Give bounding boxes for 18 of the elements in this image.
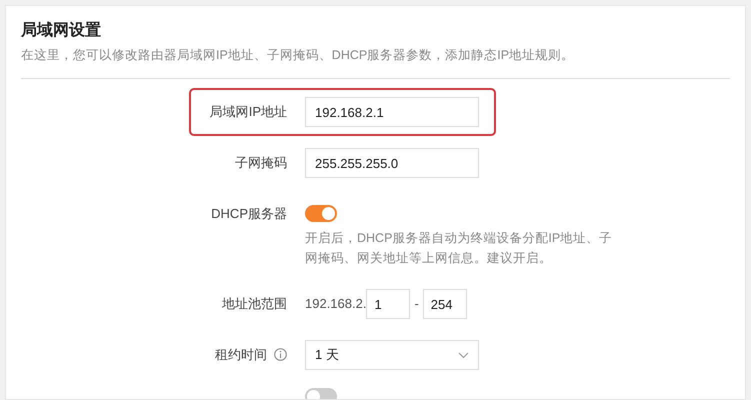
page-title: 局域网设置 [21, 20, 102, 41]
field-label: 租约时间 [215, 347, 267, 362]
lease-time-select[interactable]: 1 天 [305, 340, 479, 370]
help-text: 开启后，DHCP服务器自动为终端设备分配IP地址、子网掩码、网关地址等上网信息。建议开启。 [305, 230, 614, 267]
toggle-switch[interactable] [305, 205, 337, 222]
range-start-input[interactable]: 1 [366, 289, 410, 319]
range-end-input[interactable]: 254 [422, 289, 467, 319]
range-separator: - [414, 295, 419, 313]
field-label: DHCP服务器 [211, 206, 287, 221]
field-label: 局域网IP地址 [210, 104, 287, 119]
chevron-down-icon [458, 352, 469, 358]
field-label: 地址池范围 [222, 296, 287, 311]
text-input[interactable]: 255.255.255.0 [305, 148, 479, 178]
page-description: 在这里，您可以修改路由器局域网IP地址、子网掩码、DHCP服务器参数，添加静态IP地址规则。 [21, 47, 576, 64]
text-input[interactable]: 192.168.2.1 [305, 97, 479, 127]
info-icon[interactable] [274, 348, 287, 361]
ip-prefix: 192.168.2. [305, 295, 366, 313]
field-label: 子网掩码 [235, 155, 287, 170]
